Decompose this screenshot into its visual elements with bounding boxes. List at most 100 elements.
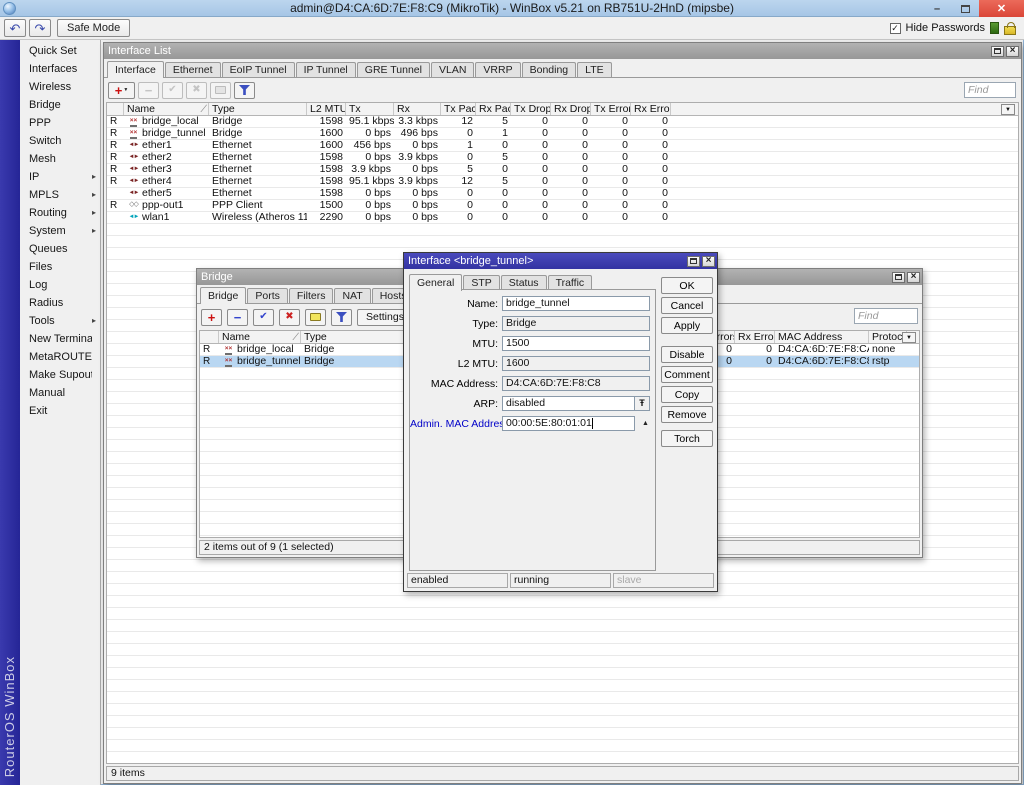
sidebar-item[interactable]: Radius ▸ [20, 294, 100, 312]
disable-button[interactable]: ✖ [279, 309, 300, 326]
undo-button[interactable]: ↶ [4, 19, 26, 37]
dialog-button[interactable]: Copy [661, 386, 713, 403]
collapse-arrow-icon[interactable]: ▲ [642, 420, 649, 427]
sidebar-item[interactable]: Manual ▸ [20, 384, 100, 402]
dialog-button[interactable]: Torch [661, 430, 713, 447]
tab[interactable]: STP [463, 275, 499, 290]
column-header[interactable]: Rx Errors [735, 331, 775, 343]
sidebar-item[interactable]: Switch ▸ [20, 132, 100, 150]
dialog-button[interactable]: Cancel [661, 297, 713, 314]
field-input[interactable]: 1500Ŧ [502, 336, 650, 351]
sidebar-item[interactable]: Log ▸ [20, 276, 100, 294]
filter-button[interactable] [234, 82, 255, 99]
sidebar-item[interactable]: Routing ▸ [20, 204, 100, 222]
column-header[interactable]: Tx Errors [591, 103, 631, 115]
dialog-button[interactable]: OK [661, 277, 713, 294]
restore-button[interactable] [687, 256, 700, 267]
tab[interactable]: Filters [289, 288, 334, 303]
sidebar-item[interactable]: System ▸ [20, 222, 100, 240]
restore-button[interactable] [991, 46, 1004, 57]
table-row[interactable]: R bridge_tunnel Bridge 1600 0 bps 496 bp… [107, 128, 1018, 140]
close-button[interactable]: ✕ [979, 0, 1024, 17]
dialog-button[interactable]: Disable [661, 346, 713, 363]
dialog-button[interactable]: Comment [661, 366, 713, 383]
disable-button[interactable]: ✖ [186, 82, 207, 99]
tab[interactable]: VLAN [431, 62, 474, 77]
sidebar-item[interactable]: Interfaces ▸ [20, 60, 100, 78]
column-header[interactable]: Tx Drops [511, 103, 551, 115]
tab[interactable]: Bridge [200, 287, 246, 304]
sidebar-item[interactable]: Make Supout.rif ▸ [20, 366, 100, 384]
column-header[interactable]: MAC Address [775, 331, 869, 343]
sidebar-item[interactable]: Queues ▸ [20, 240, 100, 258]
sidebar-item[interactable]: MetaROUTER ▸ [20, 348, 100, 366]
tab[interactable]: LTE [577, 62, 611, 77]
column-header[interactable]: Name∕ [219, 331, 301, 343]
enable-button[interactable]: ✔ [253, 309, 274, 326]
table-row[interactable]: R ether4 Ethernet 1598 95.1 kbps 3.9 kbp… [107, 176, 1018, 188]
tab[interactable]: General [409, 274, 462, 291]
find-input[interactable] [964, 82, 1016, 98]
filter-button[interactable] [331, 309, 352, 326]
restore-button[interactable] [892, 272, 905, 283]
hide-passwords-checkbox[interactable]: ✓ [890, 23, 901, 34]
column-header[interactable]: Rx [394, 103, 441, 115]
restore-button[interactable] [951, 0, 979, 17]
field-input[interactable]: disabledŦ [502, 396, 650, 411]
tab[interactable]: Traffic [548, 275, 593, 290]
tab[interactable]: VRRP [475, 62, 520, 77]
sidebar-item[interactable]: Quick Set ▸ [20, 42, 100, 60]
table-row[interactable]: R ether3 Ethernet 1598 3.9 kbps 0 bps 5 … [107, 164, 1018, 176]
add-button[interactable]: +▼ [108, 82, 135, 99]
sidebar-item[interactable]: Exit ▸ [20, 402, 100, 420]
tab[interactable]: GRE Tunnel [357, 62, 430, 77]
minimize-button[interactable]: – [923, 0, 951, 17]
field-input[interactable]: 1600Ŧ [502, 356, 650, 371]
column-header[interactable]: Tx Pac... [441, 103, 476, 115]
table-row[interactable]: wlan1 Wireless (Atheros 11N) 2290 0 bps … [107, 212, 1018, 224]
close-button[interactable]: × [702, 256, 715, 267]
field-input[interactable]: BridgeŦ [502, 316, 650, 331]
remove-button[interactable]: − [138, 82, 159, 99]
close-button[interactable]: × [907, 272, 920, 283]
tab[interactable]: Ethernet [165, 62, 221, 77]
sidebar-item[interactable]: Files ▸ [20, 258, 100, 276]
safe-mode-button[interactable]: Safe Mode [57, 19, 130, 37]
remove-button[interactable]: − [227, 309, 248, 326]
dropdown-button[interactable]: Ŧ [634, 397, 649, 410]
tab[interactable]: NAT [334, 288, 370, 303]
field-input[interactable]: bridge_tunnelŦ [502, 296, 650, 311]
sidebar-item[interactable]: Mesh ▸ [20, 150, 100, 168]
tab[interactable]: Interface [107, 61, 164, 78]
column-header[interactable]: Tx [346, 103, 394, 115]
add-button[interactable]: + [201, 309, 222, 326]
column-menu-button[interactable]: ▼ [902, 332, 916, 343]
column-header[interactable]: Rx Drops [551, 103, 591, 115]
dialog-button[interactable]: Remove [661, 406, 713, 423]
comment-button[interactable] [305, 309, 326, 326]
enable-button[interactable]: ✔ [162, 82, 183, 99]
sidebar-item[interactable]: Bridge ▸ [20, 96, 100, 114]
column-header[interactable]: Type [209, 103, 307, 115]
sidebar-item[interactable]: IP ▸ [20, 168, 100, 186]
table-row[interactable]: R ppp-out1 PPP Client 1500 0 bps 0 bps 0… [107, 200, 1018, 212]
sidebar-item[interactable]: MPLS ▸ [20, 186, 100, 204]
sidebar-item[interactable]: Wireless ▸ [20, 78, 100, 96]
column-header[interactable]: Type [301, 331, 404, 343]
sidebar-item[interactable]: Tools ▸ [20, 312, 100, 330]
close-button[interactable]: × [1006, 46, 1019, 57]
comment-button[interactable] [210, 82, 231, 99]
redo-button[interactable]: ↷ [29, 19, 51, 37]
tab[interactable]: Bonding [522, 62, 577, 77]
tab[interactable]: Status [501, 275, 547, 290]
dialog-button[interactable]: Apply [661, 317, 713, 334]
table-row[interactable]: ether5 Ethernet 1598 0 bps 0 bps 0 0 0 0… [107, 188, 1018, 200]
tab[interactable]: Ports [247, 288, 288, 303]
table-row[interactable]: R bridge_local Bridge 1598 95.1 kbps 3.3… [107, 116, 1018, 128]
find-input[interactable] [854, 308, 918, 324]
tab[interactable]: EoIP Tunnel [222, 62, 295, 77]
column-header[interactable]: Rx Pac... [476, 103, 511, 115]
table-row[interactable]: R ether1 Ethernet 1600 456 bps 0 bps 1 0… [107, 140, 1018, 152]
field-input[interactable]: D4:CA:6D:7E:F8:C8Ŧ [502, 376, 650, 391]
column-header[interactable]: L2 MTU [307, 103, 346, 115]
